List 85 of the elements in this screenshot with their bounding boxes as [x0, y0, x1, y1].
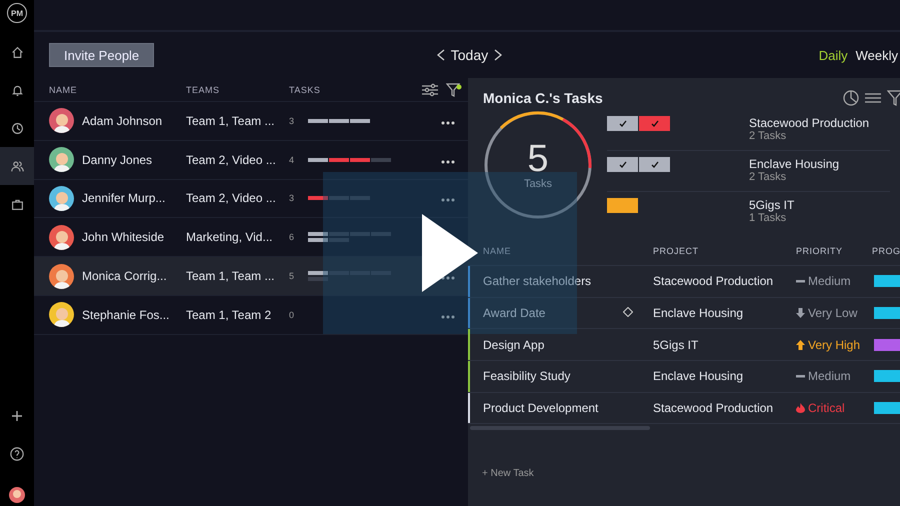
project-name: Enclave Housing: [653, 306, 744, 320]
task-count: 5: [289, 271, 296, 282]
date-label: Today: [450, 47, 488, 63]
task-name: Award Date: [483, 306, 546, 320]
play-icon[interactable]: [422, 214, 478, 292]
chevron-left-icon[interactable]: [436, 49, 445, 61]
project-name: Enclave Housing: [653, 369, 744, 384]
task-count: 3: [289, 193, 296, 204]
bell-icon: [10, 84, 24, 96]
priority-label: Medium: [796, 274, 874, 288]
view-tab[interactable]: Daily: [814, 48, 852, 62]
column-header: PROG: [872, 246, 900, 256]
task-row[interactable]: Gather stakeholders Stacewood Production Medium: [468, 266, 900, 298]
column-header: TEAMS: [186, 84, 221, 94]
logo[interactable]: PM: [7, 3, 27, 23]
priority-label: Medium: [796, 369, 874, 384]
chevron-right-icon[interactable]: [494, 49, 502, 61]
people-icon: [10, 160, 24, 172]
project-task-count: 2 Tasks: [749, 130, 788, 142]
dash-icon: [796, 280, 805, 283]
task-row[interactable]: Feasibility Study Enclave Housing Medium: [468, 361, 900, 393]
filter-icon[interactable]: [884, 90, 900, 106]
column-header: NAME: [49, 84, 78, 94]
person-row[interactable]: Danny Jones Team 2, Video ... 4: [34, 140, 468, 180]
column-header: PROJECT: [653, 246, 700, 256]
task-name: Design App: [483, 338, 546, 352]
person-name: Adam Johnson: [82, 114, 162, 128]
task-name: Feasibility Study: [483, 369, 572, 384]
task-name: Product Development: [483, 401, 600, 416]
avatar-icon[interactable]: [9, 487, 25, 503]
filter-icon[interactable]: [446, 82, 462, 96]
task-total: 5: [527, 140, 549, 178]
plus-icon[interactable]: [12, 411, 22, 421]
up-arrow-icon: [796, 340, 805, 350]
task-row[interactable]: Product Development Stacewood Production Critical: [468, 392, 900, 424]
person-name: John Whiteside: [82, 230, 164, 244]
scrollbar[interactable]: [470, 426, 650, 430]
help-icon[interactable]: [10, 447, 24, 461]
task-name: Gather stakeholders: [483, 274, 592, 288]
project-name: 5Gigs IT: [749, 198, 794, 212]
team-names: Team 1, Team 2: [186, 308, 272, 322]
person-row[interactable]: Jennifer Murp... Team 2, Video ... 3: [34, 180, 468, 218]
task-row[interactable]: Design App 5Gigs IT Very High: [468, 329, 900, 362]
flame-icon: [796, 403, 805, 414]
person-name: Monica Corrig...: [82, 269, 167, 284]
invite-people-button[interactable]: Invite People: [49, 43, 154, 67]
team-names: Team 1, Team ...: [186, 114, 276, 128]
home-icon: [10, 46, 24, 58]
task-total-label: Tasks: [524, 178, 552, 190]
project-task-count: 2 Tasks: [749, 171, 788, 183]
project-name: Stacewood Production: [653, 274, 774, 288]
priority-label: Very High: [796, 338, 874, 352]
sidebar-item[interactable]: [0, 147, 34, 185]
team-names: Team 1, Team ...: [186, 269, 276, 284]
column-header: NAME: [483, 246, 512, 256]
person-row[interactable]: Monica Corrig... Team 1, Team ... 5: [34, 257, 468, 296]
task-count: 0: [289, 310, 296, 320]
dash-icon: [796, 374, 805, 378]
person-name: Danny Jones: [82, 152, 152, 167]
person-name: Stephanie Fos...: [82, 308, 170, 322]
view-tab[interactable]: Weekly: [852, 48, 900, 62]
column-header: PRIORITY: [796, 246, 844, 256]
team-names: Team 2, Video ...: [186, 191, 277, 206]
panel-title: Monica C.'s Tasks: [483, 90, 604, 106]
priority-label: Critical: [796, 401, 874, 416]
task-count: 4: [289, 154, 296, 165]
project-name: 5Gigs IT: [653, 338, 700, 352]
down-arrow-icon: [796, 308, 805, 318]
task-count: 3: [289, 116, 296, 126]
priority-label: Very Low: [796, 306, 874, 320]
person-name: Jennifer Murp...: [82, 191, 166, 206]
task-row[interactable]: Award Date Enclave Housing Very Low: [468, 298, 900, 330]
clock-icon: [10, 122, 24, 134]
briefcase-icon: [10, 198, 24, 210]
column-header: TASKS: [289, 84, 322, 94]
person-row[interactable]: Adam Johnson Team 1, Team ... 3: [34, 102, 468, 141]
project-name: Stacewood Production: [749, 116, 870, 130]
team-names: Team 2, Video ...: [186, 152, 277, 167]
team-names: Marketing, Vid...: [186, 230, 274, 244]
task-count: 6: [289, 232, 296, 242]
new-task-button[interactable]: + New Task: [482, 468, 534, 480]
person-row[interactable]: Stephanie Fos... Team 1, Team 2 0: [34, 296, 468, 335]
project-name: Stacewood Production: [653, 401, 774, 416]
project-name: Enclave Housing: [749, 157, 840, 171]
project-task-count: 1 Tasks: [749, 212, 788, 224]
